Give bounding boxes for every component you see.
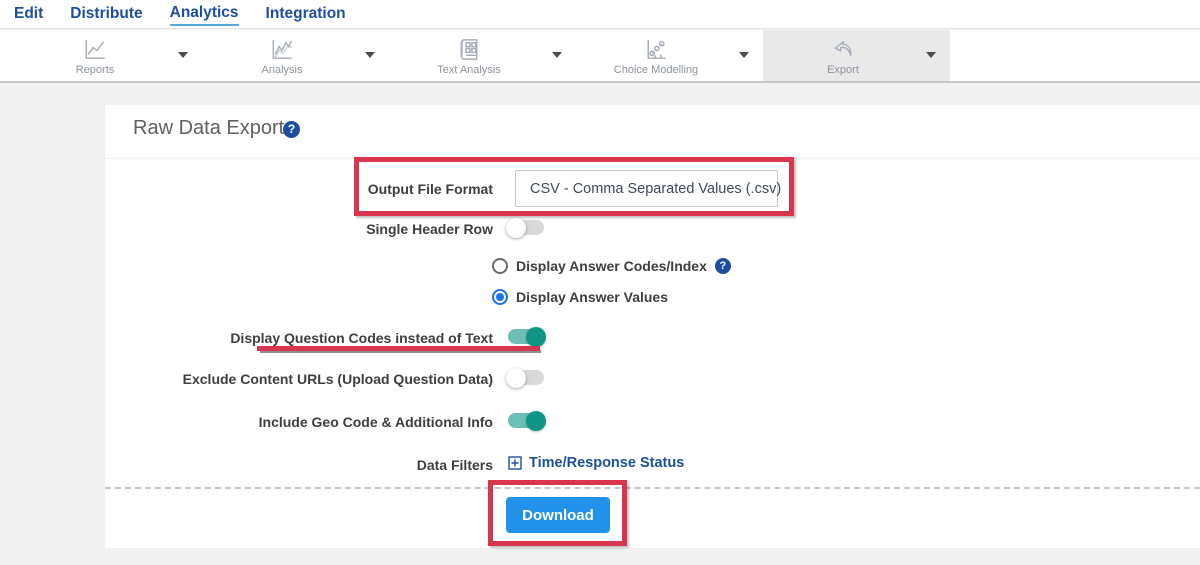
answer-values-label: Display Answer Values xyxy=(516,289,668,305)
tab-label: Analysis xyxy=(261,64,303,76)
answer-values-radio[interactable] xyxy=(492,289,508,305)
answer-values-option: Display Answer Values xyxy=(492,289,668,305)
toggle-knob xyxy=(506,367,526,388)
top-navigation: Edit Distribute Analytics Integration xyxy=(0,0,1200,29)
multi-line-chart-icon xyxy=(268,36,296,63)
dashed-divider xyxy=(105,487,1200,489)
time-response-status-link[interactable]: Time/Response Status xyxy=(508,455,684,471)
output-format-select[interactable]: CSV - Comma Separated Values (.csv) xyxy=(515,170,782,207)
question-codes-toggle[interactable] xyxy=(508,326,546,347)
tab-label: Reports xyxy=(75,64,115,76)
answer-codes-radio[interactable] xyxy=(492,258,508,274)
chevron-down-icon[interactable] xyxy=(178,52,188,58)
single-header-row-toggle[interactable] xyxy=(506,217,544,238)
help-icon[interactable]: ? xyxy=(714,258,731,274)
divider xyxy=(105,158,1200,159)
nav-item-edit[interactable]: Edit xyxy=(14,4,43,24)
geo-code-label: Include Geo Code & Additional Info xyxy=(258,414,493,430)
tab-choice-modelling[interactable]: Choice Modelling xyxy=(576,30,763,81)
toggle-knob xyxy=(506,217,526,238)
tab-label: Text Analysis xyxy=(437,64,501,76)
newspaper-icon xyxy=(455,36,483,63)
tab-label: Export xyxy=(827,64,859,76)
nav-item-distribute[interactable]: Distribute xyxy=(70,4,142,24)
answer-codes-option: Display Answer Codes/Index ? xyxy=(492,258,731,274)
chevron-down-icon[interactable] xyxy=(365,52,375,58)
exclude-urls-toggle[interactable] xyxy=(506,367,544,388)
chevron-down-icon[interactable] xyxy=(926,52,936,58)
export-arrow-icon xyxy=(829,36,857,63)
output-format-value: CSV - Comma Separated Values (.csv) xyxy=(530,180,782,197)
nav-item-analytics[interactable]: Analytics xyxy=(169,3,239,26)
analytics-toolbar: Reports Analysis Text Analysis Choice Mo… xyxy=(0,30,1200,83)
tab-label: Choice Modelling xyxy=(613,64,699,76)
geo-code-toggle[interactable] xyxy=(508,410,546,431)
chevron-down-icon[interactable] xyxy=(552,52,562,58)
time-response-status-label: Time/Response Status xyxy=(529,455,685,471)
plus-square-icon xyxy=(508,456,522,470)
chevron-down-icon[interactable] xyxy=(739,52,749,58)
nav-item-integration[interactable]: Integration xyxy=(266,4,346,24)
line-chart-icon xyxy=(81,36,109,63)
single-header-row-label: Single Header Row xyxy=(366,221,493,237)
answer-codes-label: Display Answer Codes/Index xyxy=(516,258,707,274)
scatter-chart-icon xyxy=(642,36,670,63)
data-filters-label: Data Filters xyxy=(416,457,493,473)
exclude-urls-label: Exclude Content URLs (Upload Question Da… xyxy=(182,371,493,387)
help-icon[interactable]: ? xyxy=(283,121,300,138)
tab-export[interactable]: Export xyxy=(763,30,950,81)
tab-analysis[interactable]: Analysis xyxy=(202,30,389,81)
tab-reports[interactable]: Reports xyxy=(15,30,202,81)
output-format-label: Output File Format xyxy=(367,181,493,197)
toggle-knob xyxy=(526,326,546,347)
page-title: Raw Data Export xyxy=(133,117,285,139)
raw-data-export-page: Edit Distribute Analytics Integration Re… xyxy=(0,0,1200,565)
tab-text-analysis[interactable]: Text Analysis xyxy=(389,30,576,81)
toggle-knob xyxy=(526,410,546,431)
question-codes-label: Display Question Codes instead of Text xyxy=(230,330,493,346)
download-button[interactable]: Download xyxy=(506,497,610,533)
